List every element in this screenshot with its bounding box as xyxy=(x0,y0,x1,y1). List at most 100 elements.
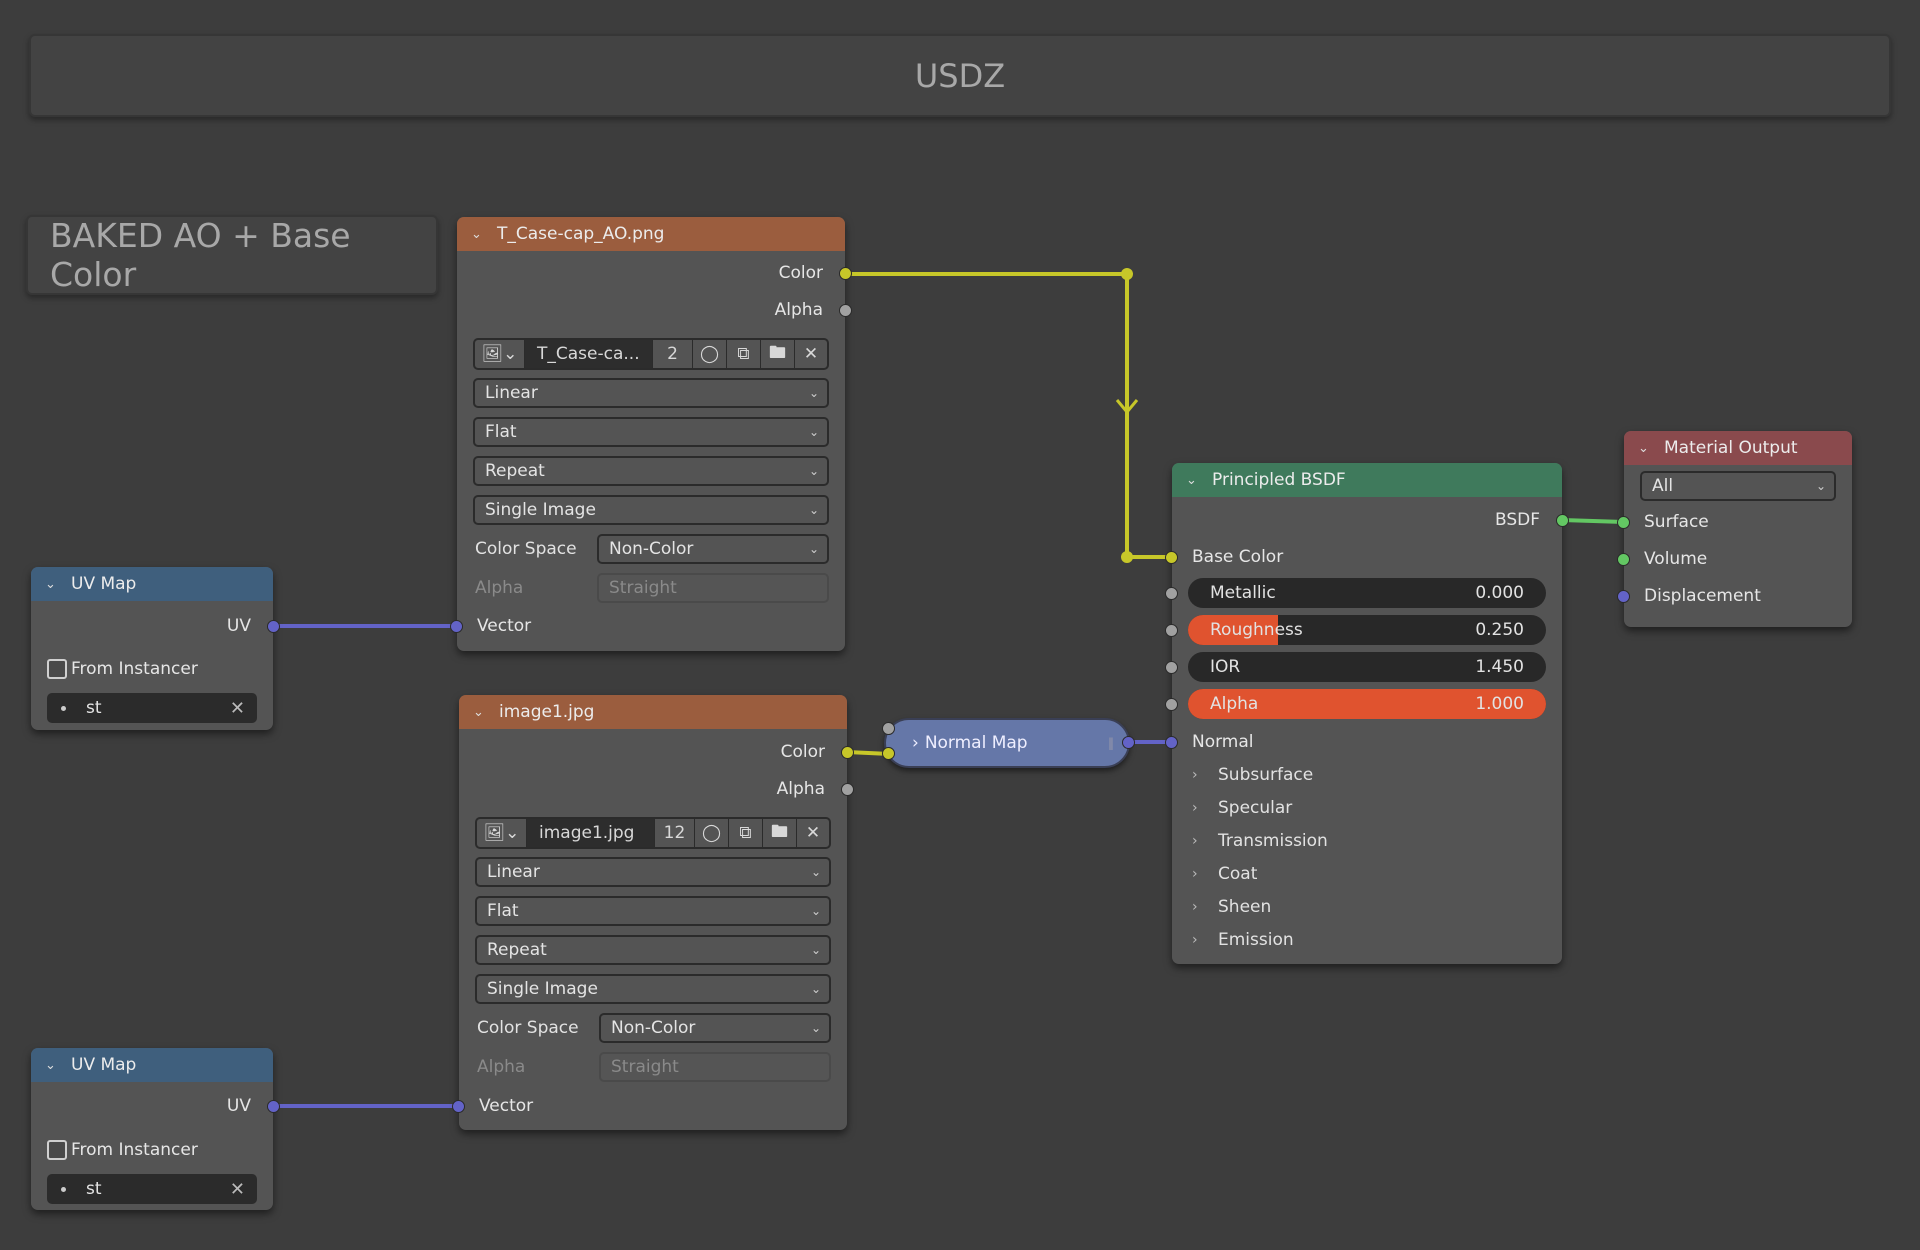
socket-uv-output[interactable] xyxy=(267,620,280,633)
unlink-close-icon[interactable]: ✕ xyxy=(797,819,829,847)
panel-label: Subsurface xyxy=(1218,765,1314,785)
socket-uv-output[interactable] xyxy=(267,1100,280,1113)
alpha-slider[interactable]: Alpha 1.000 xyxy=(1188,689,1546,719)
node-header[interactable]: ⌄ UV Map xyxy=(31,567,273,601)
image-name-field[interactable]: T_Case-ca... xyxy=(525,340,653,368)
node-header[interactable]: ⌄ Material Output xyxy=(1624,431,1852,465)
projection-dropdown[interactable]: Flat ⌄ xyxy=(475,896,831,926)
image-texture-node[interactable]: ⌄ T_Case-cap_AO.png Color Alpha 🖼⌄ T_Cas… xyxy=(450,217,852,651)
color-space-label: Color Space xyxy=(475,539,577,559)
from-instancer-checkbox[interactable]: From Instancer xyxy=(31,654,273,684)
socket-bsdf-output[interactable] xyxy=(1556,514,1569,527)
user-count[interactable]: 2 xyxy=(653,340,693,368)
collapse-chevron-icon[interactable]: ⌄ xyxy=(1638,441,1656,456)
node-header[interactable]: ⌄ UV Map xyxy=(31,1048,273,1082)
metallic-slider[interactable]: Metallic 0.000 xyxy=(1188,578,1546,608)
usdz-frame[interactable]: USDZ xyxy=(29,34,1891,117)
socket-label: Displacement xyxy=(1644,586,1761,606)
uv-map-field[interactable]: st ✕ xyxy=(47,1174,257,1204)
link-bsdf-to-surface[interactable] xyxy=(1561,518,1625,524)
reroute-point[interactable] xyxy=(1121,268,1133,280)
socket-roughness-input[interactable] xyxy=(1165,624,1178,637)
fake-user-shield-icon[interactable]: ◯ xyxy=(695,819,729,847)
clear-icon[interactable]: ✕ xyxy=(230,698,245,719)
collapse-chevron-icon[interactable]: ⌄ xyxy=(45,1058,63,1073)
socket-normal-input[interactable] xyxy=(1165,736,1178,749)
roughness-slider[interactable]: Roughness 0.250 xyxy=(1188,615,1546,645)
socket-vector-input[interactable] xyxy=(452,1100,465,1113)
source-dropdown[interactable]: Single Image ⌄ xyxy=(475,974,831,1004)
target-dropdown[interactable]: All ⌄ xyxy=(1640,471,1836,501)
socket-color-output[interactable] xyxy=(841,746,854,759)
reroute-point[interactable] xyxy=(1121,551,1133,563)
open-folder-icon[interactable]: 🖿 xyxy=(763,819,797,847)
uv-map-node[interactable]: ⌄ UV Map UV From Instancer st ✕ xyxy=(31,1048,280,1210)
from-instancer-checkbox[interactable]: From Instancer xyxy=(31,1135,273,1165)
image-texture-node[interactable]: ⌄ image1.jpg Color Alpha 🖼⌄ image1.jpg 1… xyxy=(452,695,854,1130)
duplicate-icon[interactable]: ⧉ xyxy=(727,340,761,368)
collapse-chevron-icon[interactable]: ⌄ xyxy=(1186,473,1204,488)
extension-dropdown[interactable]: Repeat ⌄ xyxy=(475,935,831,965)
link-ao-color-to-base-color[interactable] xyxy=(845,272,1172,559)
socket-normal-output[interactable] xyxy=(1122,736,1135,749)
uv-map-field[interactable]: st ✕ xyxy=(47,693,257,723)
collapse-chevron-icon[interactable]: ⌄ xyxy=(45,577,63,592)
socket-label: BSDF xyxy=(1494,510,1540,530)
panel-label: Emission xyxy=(1218,930,1294,950)
socket-vector-input[interactable] xyxy=(450,620,463,633)
color-space-dropdown[interactable]: Non-Color ⌄ xyxy=(597,534,829,564)
checkbox[interactable] xyxy=(47,1140,67,1160)
socket-ior-input[interactable] xyxy=(1165,661,1178,674)
panel-emission[interactable]: › Emission xyxy=(1192,925,1294,955)
slider-value: 0.000 xyxy=(1475,583,1524,603)
user-count[interactable]: 12 xyxy=(655,819,695,847)
panel-subsurface[interactable]: › Subsurface xyxy=(1192,760,1313,790)
clear-icon[interactable]: ✕ xyxy=(230,1179,245,1200)
normal-map-node[interactable]: › Normal Map ‖ xyxy=(884,718,1130,768)
socket-base-color-input[interactable] xyxy=(1165,551,1178,564)
image-name-field[interactable]: image1.jpg xyxy=(527,819,655,847)
principled-bsdf-node[interactable]: ⌄ Principled BSDF BSDF Base Color Metall… xyxy=(1165,463,1569,964)
panel-sheen[interactable]: › Sheen xyxy=(1192,892,1271,922)
socket-displacement-input[interactable] xyxy=(1617,590,1630,603)
image-selector[interactable]: 🖼⌄ T_Case-ca... 2 ◯ ⧉ 🖿 ✕ xyxy=(473,338,829,370)
unlink-close-icon[interactable]: ✕ xyxy=(795,340,827,368)
panel-specular[interactable]: › Specular xyxy=(1192,793,1292,823)
socket-color-input[interactable] xyxy=(882,747,895,760)
socket-alpha-output[interactable] xyxy=(839,304,852,317)
socket-alpha-input[interactable] xyxy=(1165,698,1178,711)
open-folder-icon[interactable]: 🖿 xyxy=(761,340,795,368)
expand-chevron-icon[interactable]: › xyxy=(912,733,919,753)
image-browse-icon[interactable]: 🖼⌄ xyxy=(477,819,527,847)
extension-dropdown[interactable]: Repeat ⌄ xyxy=(473,456,829,486)
ior-slider[interactable]: IOR 1.450 xyxy=(1188,652,1546,682)
socket-metallic-input[interactable] xyxy=(1165,587,1178,600)
chevron-down-icon: ⌄ xyxy=(808,542,819,556)
fake-user-shield-icon[interactable]: ◯ xyxy=(693,340,727,368)
image-browse-icon[interactable]: 🖼⌄ xyxy=(475,340,525,368)
socket-volume-input[interactable] xyxy=(1617,553,1630,566)
socket-surface-input[interactable] xyxy=(1617,516,1630,529)
node-header[interactable]: ⌄ image1.jpg xyxy=(459,695,847,729)
material-output-node[interactable]: ⌄ Material Output All ⌄ Surface Volume Di… xyxy=(1617,431,1852,627)
collapse-chevron-icon[interactable]: ⌄ xyxy=(473,705,491,720)
interpolation-dropdown[interactable]: Linear ⌄ xyxy=(475,857,831,887)
color-space-dropdown[interactable]: Non-Color ⌄ xyxy=(599,1013,831,1043)
uv-map-node[interactable]: ⌄ UV Map UV From Instancer st ✕ xyxy=(31,567,280,730)
checkbox-label: From Instancer xyxy=(71,659,198,679)
collapse-chevron-icon[interactable]: ⌄ xyxy=(471,227,489,242)
socket-color-output[interactable] xyxy=(839,267,852,280)
interpolation-dropdown[interactable]: Linear ⌄ xyxy=(473,378,829,408)
source-dropdown[interactable]: Single Image ⌄ xyxy=(473,495,829,525)
node-header[interactable]: ⌄ T_Case-cap_AO.png xyxy=(457,217,845,251)
baked-frame[interactable]: BAKED AO + Base Color xyxy=(26,215,438,295)
panel-transmission[interactable]: › Transmission xyxy=(1192,826,1328,856)
node-header[interactable]: ⌄ Principled BSDF xyxy=(1172,463,1562,497)
duplicate-icon[interactable]: ⧉ xyxy=(729,819,763,847)
socket-alpha-output[interactable] xyxy=(841,783,854,796)
socket-strength-input[interactable] xyxy=(882,722,895,735)
checkbox[interactable] xyxy=(47,659,67,679)
image-selector[interactable]: 🖼⌄ image1.jpg 12 ◯ ⧉ 🖿 ✕ xyxy=(475,817,831,849)
panel-coat[interactable]: › Coat xyxy=(1192,859,1257,889)
projection-dropdown[interactable]: Flat ⌄ xyxy=(473,417,829,447)
